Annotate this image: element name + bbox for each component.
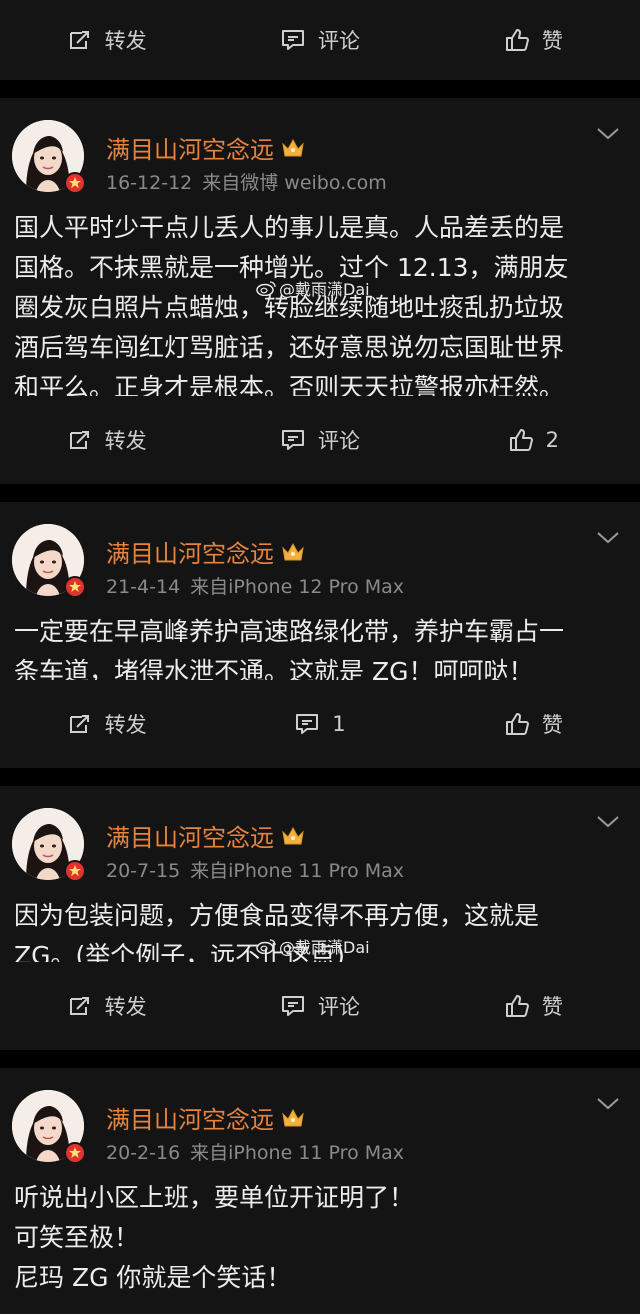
chevron-down-icon[interactable] [596,814,620,830]
repost-icon [67,711,93,737]
like-icon [508,427,534,453]
weibo-post: 满目山河空念远 21-4-14 来自iPhone 12 Pro Max 一定要在早… [0,502,640,768]
post-meta: 20-7-15 来自iPhone 11 Pro Max [106,856,404,883]
crown-icon [280,824,306,848]
repost-label: 转发 [104,995,147,1019]
like-icon [504,27,530,53]
chevron-down-icon[interactable] [596,530,620,546]
repost-label: 转发 [104,29,147,53]
comment-count: 1 [332,712,346,736]
verified-badge-icon [64,1142,86,1164]
post-source: 来自iPhone 12 Pro Max [190,576,405,598]
watermark: @戴雨潇Dai [256,934,370,958]
username[interactable]: 满目山河空念远 [106,130,306,165]
avatar[interactable] [12,1090,86,1164]
weibo-post: 满目山河空念远 16-12-12 来自微博 weibo.com 国人平时少干点儿丢… [0,98,640,484]
comment-icon [294,711,320,737]
comment-label: 评论 [317,429,360,453]
weibo-logo-icon [256,280,276,296]
post-source: 来自iPhone 11 Pro Max [190,860,405,882]
like-icon [504,993,530,1019]
top-action-bar: 转发 评论 赞 [0,0,640,80]
comment-icon [280,993,306,1019]
comment-button[interactable]: 1 [213,711,426,737]
avatar[interactable] [12,120,86,194]
post-action-bar: 转发 评论 赞 [0,962,640,1050]
like-icon [504,711,530,737]
post-header: 满目山河空念远 21-4-14 来自iPhone 12 Pro Max [0,502,640,612]
post-date: 20-2-16 [106,1142,181,1164]
post-text: 听说出小区上班，要单位开证明了！ 可笑至极！ 尼玛 ZG 你就是个笑话！ [14,1183,415,1292]
post-text: 国人平时少干点儿丢人的事儿是真。人品差丢的是 国格。不抹黑就是一种增光。过个 1… [14,213,569,402]
like-button[interactable]: 2 [427,427,640,453]
post-date: 20-7-15 [106,860,181,882]
watermark-text: @戴雨潇Dai [279,280,370,299]
post-header: 满目山河空念远 20-7-15 来自iPhone 11 Pro Max [0,786,640,896]
username-text: 满目山河空念远 [106,136,274,164]
like-button[interactable]: 赞 [427,25,640,55]
post-meta: 21-4-14 来自iPhone 12 Pro Max [106,572,404,599]
post-meta: 16-12-12 来自微博 weibo.com [106,168,387,195]
repost-label: 转发 [104,713,147,737]
crown-icon [280,136,306,160]
crown-icon [280,1106,306,1130]
repost-button[interactable]: 转发 [0,991,213,1021]
verified-badge-icon [64,172,86,194]
username[interactable]: 满目山河空念远 [106,534,306,569]
comment-icon [280,427,306,453]
repost-icon [67,27,93,53]
username-text: 满目山河空念远 [106,824,274,852]
repost-label: 转发 [104,429,147,453]
watermark: @戴雨潇Dai [256,276,370,300]
post-source: 来自微博 weibo.com [202,172,387,194]
post-date: 16-12-12 [106,172,193,194]
post-date: 21-4-14 [106,576,181,598]
post-separator [0,80,640,98]
post-action-bar: 转发 评论 2 [0,396,640,484]
comment-button[interactable]: 评论 [213,991,426,1021]
post-separator [0,1050,640,1068]
repost-icon [67,993,93,1019]
crown-icon [280,540,306,564]
watermark-text: @戴雨潇Dai [279,938,370,957]
username-text: 满目山河空念远 [106,1106,274,1134]
avatar[interactable] [12,808,86,882]
repost-button[interactable]: 转发 [0,709,213,739]
repost-button[interactable]: 转发 [0,425,213,455]
chevron-down-icon[interactable] [596,1096,620,1112]
avatar[interactable] [12,524,86,598]
username[interactable]: 满目山河空念远 [106,818,306,853]
verified-badge-icon [64,576,86,598]
post-meta: 20-2-16 来自iPhone 11 Pro Max [106,1138,404,1165]
post-source: 来自iPhone 11 Pro Max [190,1142,405,1164]
like-label: 赞 [541,29,563,53]
post-header: 满目山河空念远 20-2-16 来自iPhone 11 Pro Max [0,1068,640,1178]
post-header: 满目山河空念远 16-12-12 来自微博 weibo.com [0,98,640,208]
repost-icon [67,427,93,453]
like-label: 赞 [541,995,563,1019]
weibo-post: 满目山河空念远 20-7-15 来自iPhone 11 Pro Max 因为包装问… [0,786,640,1050]
like-button[interactable]: 赞 [427,709,640,739]
comment-label: 评论 [317,995,360,1019]
like-label: 赞 [541,713,563,737]
post-separator [0,484,640,502]
like-button[interactable]: 赞 [427,991,640,1021]
verified-badge-icon [64,860,86,882]
repost-button[interactable]: 转发 [0,25,213,55]
comment-button[interactable]: 评论 [213,425,426,455]
chevron-down-icon[interactable] [596,126,620,142]
weibo-post: 满目山河空念远 20-2-16 来自iPhone 11 Pro Max 听说出小区… [0,1068,640,1314]
weibo-logo-icon [256,938,276,954]
username[interactable]: 满目山河空念远 [106,1100,306,1135]
comment-icon [280,27,306,53]
username-text: 满目山河空念远 [106,540,274,568]
comment-button[interactable]: 评论 [213,25,426,55]
comment-label: 评论 [317,29,360,53]
post-separator [0,768,640,786]
like-count: 2 [545,428,559,452]
post-action-bar: 转发 1 赞 [0,680,640,768]
